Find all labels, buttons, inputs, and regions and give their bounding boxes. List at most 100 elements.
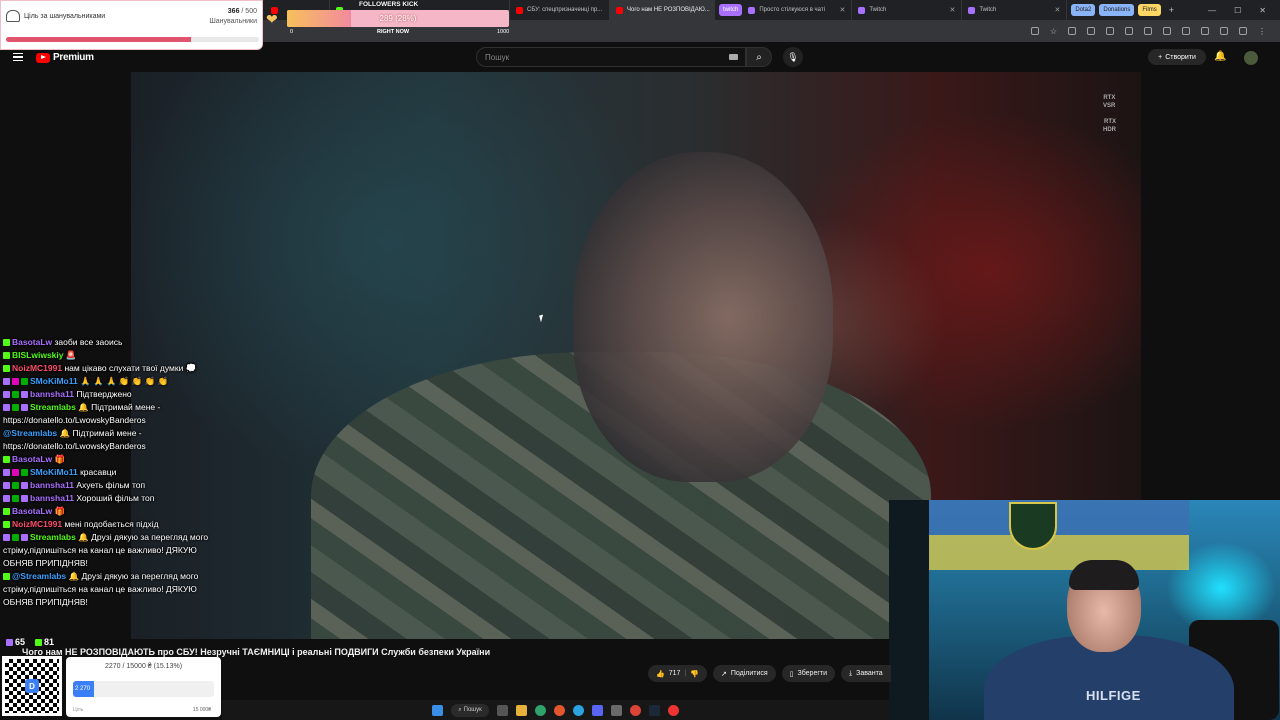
donation-max-label: 15 000₴ (192, 707, 211, 713)
search-icon: ⌕ (458, 706, 462, 713)
followers-kick-title: FOLLOWERS KICK (359, 1, 419, 8)
cast-icon[interactable] (1030, 27, 1039, 35)
like-button[interactable]: 👍 717 | 👎 (648, 665, 707, 682)
notifications-bell-icon[interactable]: 🔔 (1214, 51, 1226, 62)
window-controls: — ☐ ✕ (1208, 6, 1280, 15)
rtx-hdr-indicator: RTX HDR (1103, 119, 1116, 133)
close-tab-icon[interactable]: ✕ (1048, 6, 1060, 14)
chat-username[interactable]: SMoKiMo11 (30, 467, 78, 477)
account-avatar[interactable] (1244, 51, 1258, 65)
steam-icon[interactable] (649, 704, 660, 716)
edge-icon[interactable] (535, 704, 546, 716)
tab-group-dota2[interactable]: Dota2 (1071, 4, 1096, 16)
browser-tab[interactable]: Twitch ✕ (962, 0, 1068, 20)
followers-value: 289 (28%) (379, 14, 417, 23)
browser-tab[interactable]: СБУ: спецпризначенці пр...✕ (510, 0, 610, 20)
minimize-icon[interactable]: — (1208, 6, 1216, 15)
calculator-icon[interactable] (611, 704, 622, 716)
extension-icon[interactable] (1182, 27, 1190, 35)
chat-username[interactable]: Streamlabs (30, 402, 76, 412)
task-view-icon[interactable] (497, 704, 508, 716)
maximize-icon[interactable]: ☐ (1234, 6, 1241, 15)
chat-username[interactable]: BasotaLw (12, 506, 52, 516)
chat-username[interactable]: bannsha11 (30, 389, 74, 399)
chat-username[interactable]: NoizMC1991 (12, 519, 62, 529)
taskbar-search[interactable]: ⌕ Пошук (451, 703, 489, 717)
tab-label: Просто стілкуюся в чаті (759, 7, 825, 13)
chat-username[interactable]: BasotaLw (12, 337, 52, 347)
kick-badge-icon (3, 339, 10, 346)
share-button[interactable]: ↗ Поділитися (712, 665, 776, 682)
extension-icon[interactable] (1106, 27, 1114, 35)
chat-message: Streamlabs 🔔 Підтримай мене - https://do… (3, 401, 218, 427)
extension-icon[interactable] (1201, 27, 1209, 35)
chat-username[interactable]: @Streamlabs (12, 571, 66, 581)
sub-badge-icon (3, 469, 10, 476)
extension-icon[interactable] (1087, 27, 1095, 35)
download-icon[interactable] (1125, 27, 1133, 35)
browser-menu-icon[interactable]: ⋮ (1258, 27, 1266, 36)
firefox-icon[interactable] (554, 704, 565, 716)
close-tab-icon[interactable]: ✕ (833, 6, 845, 14)
close-tab-icon[interactable]: ✕ (943, 6, 955, 14)
chat-username[interactable]: BISLwiwskiy (12, 350, 64, 360)
create-button[interactable]: + Створити (1148, 49, 1206, 65)
bookmark-star-icon[interactable]: ☆ (1050, 27, 1057, 36)
file-explorer-icon[interactable] (516, 704, 527, 716)
obs-icon[interactable] (668, 704, 679, 716)
menu-icon[interactable] (13, 53, 23, 61)
viewer-count-a: 65 (6, 637, 25, 647)
chat-username[interactable]: NoizMC1991 (12, 363, 62, 373)
sub-badge-icon (21, 482, 28, 489)
thumbs-down-icon[interactable]: 👎 (690, 670, 699, 678)
extension-icon[interactable] (1239, 27, 1247, 35)
search-button[interactable]: ⌕ (746, 47, 772, 67)
download-button[interactable]: ⤓ Заванта (841, 665, 891, 682)
sub-badge-icon (21, 495, 28, 502)
close-tab-icon[interactable]: ✕ (602, 6, 609, 14)
chat-username[interactable]: BasotaLw (12, 454, 52, 464)
new-tab-icon[interactable]: + (1169, 5, 1174, 15)
chat-username[interactable]: bannsha11 (30, 493, 74, 503)
chrome-icon[interactable] (630, 704, 641, 716)
mod-badge-icon (12, 404, 19, 411)
share-icon: ↗ (720, 670, 727, 678)
chat-username[interactable]: SMoKiMo11 (30, 376, 78, 386)
webcam-wall (889, 500, 929, 720)
extension-icon[interactable] (1144, 27, 1152, 35)
chat-message: bannsha11 Ахуеть фільм топ (3, 479, 218, 492)
rtx-vsr-indicator: RTX VSR (1103, 95, 1116, 109)
save-button[interactable]: ▯ Зберегти (781, 665, 836, 682)
tab-group-donations[interactable]: Donations (1099, 4, 1135, 16)
extension-icon[interactable] (1068, 27, 1076, 35)
chat-message: Streamlabs 🔔 Друзі дякую за перегляд мог… (3, 531, 218, 570)
kick-badge-icon (3, 456, 10, 463)
chat-message: bannsha11 Підтверджено (3, 388, 218, 401)
browser-tab[interactable]: Twitch ✕ (852, 0, 963, 20)
voice-search-button[interactable]: 🎙 (783, 47, 803, 67)
browser-tab-active[interactable]: Чого нам НЕ РОЗПОВІДАЮ...✕ (610, 0, 715, 20)
youtube-logo[interactable]: Premium (36, 52, 94, 63)
extension-icon[interactable] (1163, 27, 1171, 35)
webcam-shirt-logo: HILFIGE (1086, 688, 1141, 703)
donation-progress-track: 2 270 (73, 681, 214, 697)
chat-username[interactable]: Streamlabs (30, 532, 76, 542)
tab-group-films[interactable]: Films (1138, 4, 1161, 16)
youtube-favicon-icon (516, 6, 523, 14)
windows-start-icon[interactable] (432, 704, 443, 716)
goal-subtitle: Шанувальники (209, 18, 257, 25)
chat-username[interactable]: @Streamlabs (3, 428, 57, 438)
youtube-logo-text: Premium (53, 52, 94, 63)
close-tab-icon[interactable]: ✕ (710, 6, 714, 14)
discord-icon[interactable] (592, 704, 603, 716)
close-window-icon[interactable]: ✕ (1259, 6, 1266, 15)
chat-username[interactable]: bannsha11 (30, 480, 74, 490)
telegram-icon[interactable] (573, 704, 584, 716)
browser-tab[interactable]: Просто стілкуюся в чаті ✕ (742, 0, 853, 20)
goal-heart-icon (6, 10, 20, 22)
keyboard-icon[interactable] (729, 54, 738, 60)
tab-group-twitch[interactable]: twitch (719, 4, 743, 16)
chat-text: 🎁 (54, 454, 66, 464)
search-input[interactable]: Пошук (476, 47, 746, 67)
extension-icon[interactable] (1220, 27, 1228, 35)
